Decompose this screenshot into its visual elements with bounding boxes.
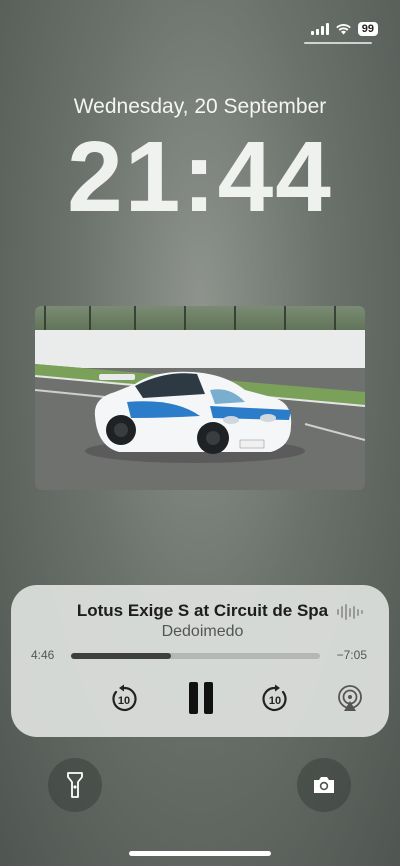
wifi-icon — [335, 24, 351, 35]
flashlight-icon — [67, 772, 83, 798]
status-bar: 99 — [0, 0, 400, 44]
skip-forward-10-button[interactable]: 10 — [259, 683, 291, 715]
battery-icon: 99 — [357, 22, 378, 36]
lockscreen-time: 21:44 — [67, 121, 333, 233]
skip-back-10-icon: 10 — [112, 684, 137, 712]
camera-icon — [314, 777, 334, 793]
elapsed-time: 4:46 — [31, 648, 55, 662]
track-title[interactable]: Lotus Exige S at Circuit de Spa — [75, 601, 330, 621]
pause-icon — [189, 682, 213, 714]
remaining-time: −7:05 — [336, 648, 367, 662]
skip-forward-10-icon: 10 — [262, 684, 287, 712]
progress-scrubber[interactable] — [71, 653, 320, 659]
progress-fill — [71, 653, 171, 659]
waveform-icon — [337, 603, 363, 621]
home-indicator[interactable] — [129, 851, 271, 856]
camera-button[interactable] — [297, 758, 351, 812]
airplay-icon — [338, 685, 362, 711]
signal-icon — [310, 23, 329, 35]
airplay-button[interactable] — [334, 683, 366, 715]
lockscreen-date: Wednesday, 20 September — [73, 95, 327, 118]
track-artist[interactable]: Dedoimedo — [75, 623, 330, 641]
pause-button[interactable] — [186, 681, 216, 715]
svg-text:10: 10 — [118, 695, 130, 707]
status-icons: 99 — [310, 22, 378, 36]
notification-pull-indicator[interactable] — [304, 42, 372, 44]
svg-text:10: 10 — [269, 695, 281, 707]
race-car-photo — [35, 306, 365, 490]
flashlight-button[interactable] — [48, 758, 102, 812]
now-playing-widget[interactable]: Lotus Exige S at Circuit de Spa Dedoimed… — [11, 585, 389, 737]
skip-back-10-button[interactable]: 10 — [108, 683, 140, 715]
